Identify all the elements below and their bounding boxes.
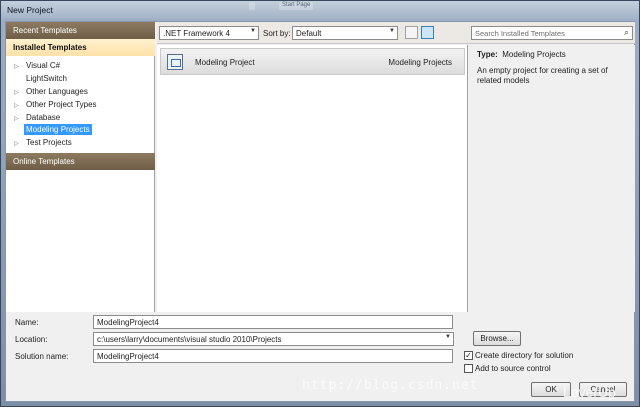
title-bar: New Project Start Page xyxy=(1,1,639,19)
tree-item-lightswitch[interactable]: LightSwitch xyxy=(14,74,69,86)
template-name: Modeling Project xyxy=(195,58,255,67)
framework-select[interactable]: .NET Framework 4 ▼ xyxy=(159,26,259,40)
source-control-label: Add to source control xyxy=(475,364,551,373)
recent-templates-header[interactable]: Recent Templates xyxy=(6,22,155,39)
tree-item-visual-csharp[interactable]: ▷ Visual C# xyxy=(14,61,62,73)
chevron-down-icon: ▼ xyxy=(445,334,451,340)
tree-item-other-languages[interactable]: ▷ Other Languages xyxy=(14,87,90,99)
modeling-project-icon xyxy=(167,54,183,70)
name-label: Name: xyxy=(15,318,39,327)
template-category: Modeling Projects xyxy=(388,58,452,67)
chevron-down-icon: ▼ xyxy=(389,28,395,34)
tree-item-test-projects[interactable]: ▷ Test Projects xyxy=(14,138,74,150)
solution-name-input[interactable]: ModelingProject4 xyxy=(93,349,453,363)
chevron-down-icon: ▼ xyxy=(250,28,256,34)
url-watermark: http://blog.csdn.net xyxy=(302,378,479,393)
template-row-modeling-project[interactable]: Modeling Project Modeling Projects xyxy=(160,48,465,75)
template-tree-pane: Recent Templates Installed Templates ▷ Vi… xyxy=(6,22,155,312)
create-directory-checkbox[interactable]: ✓ xyxy=(464,351,473,360)
brand-watermark: LeverUp xyxy=(563,384,616,400)
create-directory-label: Create directory for solution xyxy=(475,351,574,360)
new-project-dialog: New Project Start Page Recent Templates … xyxy=(0,0,640,407)
expand-arrow-icon[interactable]: ▷ xyxy=(14,63,24,70)
template-list: Modeling Project Modeling Projects xyxy=(157,45,468,312)
template-type: Type: Modeling Projects xyxy=(477,50,566,59)
browse-button[interactable]: Browse... xyxy=(473,331,521,346)
window-title: New Project xyxy=(7,5,53,15)
expand-arrow-icon[interactable]: ▷ xyxy=(14,89,24,96)
location-label: Location: xyxy=(15,335,48,344)
template-info-pane: Type: Modeling Projects An empty project… xyxy=(469,45,635,312)
online-templates-header[interactable]: Online Templates xyxy=(6,153,155,170)
template-toolbar: .NET Framework 4 ▼ Sort by: Default ▼ Se… xyxy=(157,22,635,44)
expand-arrow-icon[interactable]: ▷ xyxy=(14,140,24,147)
detail-view-icon[interactable] xyxy=(421,26,434,39)
search-icon[interactable]: ⌕ xyxy=(624,27,629,38)
ghost-tab-blank xyxy=(249,2,255,10)
search-templates-input[interactable]: Search Installed Templates ⌕ xyxy=(471,26,633,40)
source-control-checkbox[interactable] xyxy=(464,364,473,373)
expand-arrow-icon[interactable]: ▷ xyxy=(14,102,24,109)
location-select[interactable]: c:\users\larry\documents\visual studio 2… xyxy=(93,332,454,346)
tree-item-modeling-projects[interactable]: Modeling Projects xyxy=(14,124,92,137)
ghost-tab-start-page: Start Page xyxy=(279,2,314,10)
sort-by-label: Sort by: xyxy=(263,29,291,38)
expand-arrow-icon[interactable]: ▷ xyxy=(14,115,24,122)
template-description: An empty project for creating a set of r… xyxy=(477,66,608,85)
dialog-client: Recent Templates Installed Templates ▷ Vi… xyxy=(5,21,635,402)
project-name-input[interactable]: ModelingProject4 xyxy=(93,315,453,329)
sort-by-select[interactable]: Default ▼ xyxy=(292,26,398,40)
list-view-icon[interactable] xyxy=(405,26,418,39)
solution-name-label: Solution name: xyxy=(15,352,69,361)
installed-templates-header[interactable]: Installed Templates xyxy=(6,39,155,56)
tree-item-other-project-types[interactable]: ▷ Other Project Types xyxy=(14,100,99,112)
